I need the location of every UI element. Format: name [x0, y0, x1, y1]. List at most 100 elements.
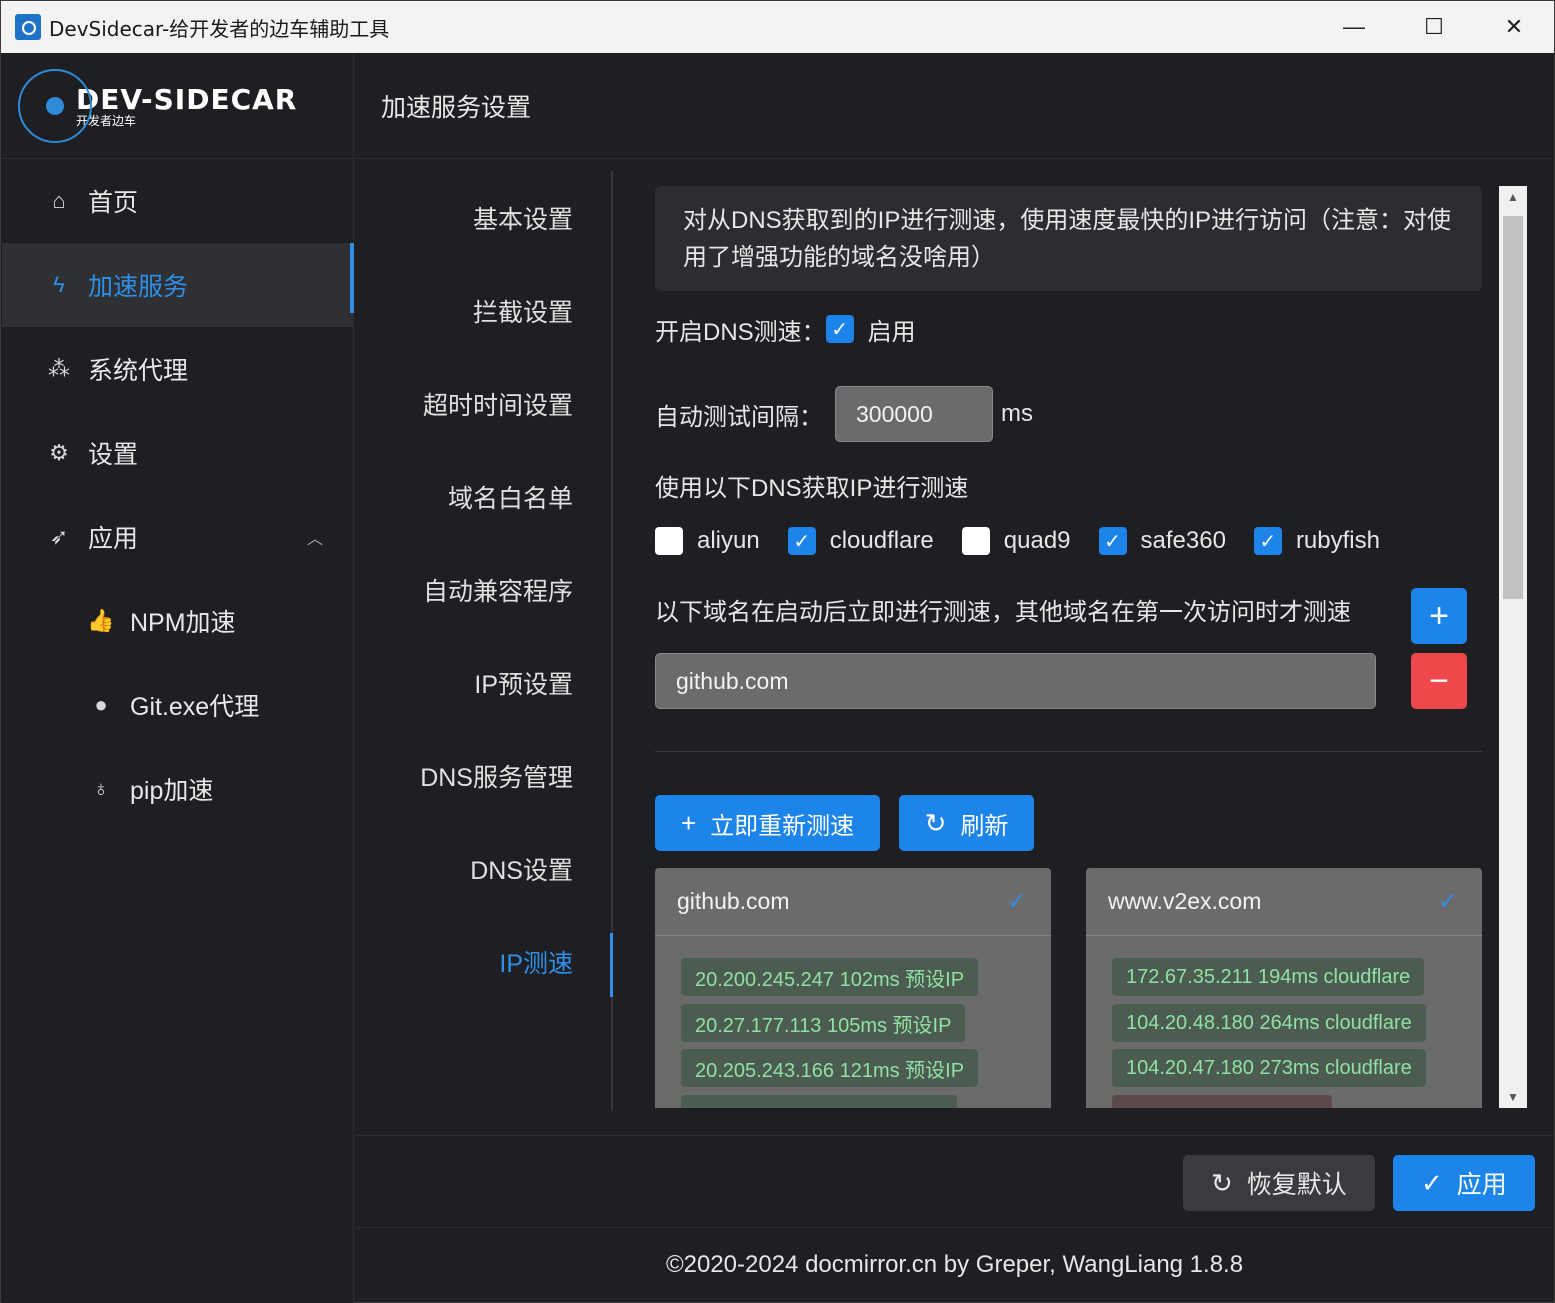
thumbs-up-icon: 👍	[87, 608, 115, 633]
dns-checkbox-cloudflare[interactable]: ✓	[787, 527, 816, 555]
sidebar-item-label: 设置	[88, 441, 139, 469]
logo-main-text: DEV-SIDECAR	[76, 82, 298, 116]
domain-input[interactable]: github.com	[655, 653, 1376, 709]
apply-label: 应用	[1456, 1171, 1507, 1199]
domains-label: 以下域名在启动后立即进行测速，其他域名在第一次访问时才测速	[655, 599, 1351, 626]
ip-tag-partial	[681, 1095, 957, 1108]
remove-domain-button[interactable]: −	[1411, 653, 1467, 709]
sidebar-item-git[interactable]: ● Git.exe代理	[2, 663, 353, 747]
app-icon	[15, 14, 41, 40]
github-icon: ●	[94, 692, 108, 717]
page-title: 加速服务设置	[355, 53, 1554, 159]
dns-checkbox-safe360[interactable]: ✓	[1098, 527, 1127, 555]
logo: DEV-SIDECAR 开发者边车	[2, 53, 353, 159]
check-icon: ✓	[793, 530, 811, 553]
app-window: DevSidecar-给开发者的边车辅助工具 — ☐ ✕ DEV-SIDECAR…	[0, 0, 1555, 1303]
tab-basic[interactable]: 基本设置	[355, 171, 611, 264]
tab-intercept[interactable]: 拦截设置	[355, 264, 611, 357]
enable-row: 开启DNS测速： ✓ 启用	[655, 311, 1483, 347]
dns-label-row: 使用以下DNS获取IP进行测速	[655, 468, 1483, 503]
dns-checkbox-aliyun[interactable]	[655, 527, 683, 555]
reset-default-button[interactable]: ↻ 恢复默认	[1183, 1155, 1375, 1211]
dns-option-label: rubyfish	[1295, 527, 1380, 554]
result-card-v2ex: www.v2ex.com ✓ 172.67.35.211 194ms cloud…	[1086, 868, 1482, 1108]
sidebar-item-system-proxy[interactable]: ⁂ 系统代理	[2, 327, 353, 411]
ip-tag: 20.200.245.247 102ms 预设IP	[681, 958, 979, 996]
tab-dns-service[interactable]: DNS服务管理	[355, 729, 611, 822]
card-header: github.com ✓	[655, 868, 1051, 936]
window-title: DevSidecar-给开发者的边车辅助工具	[49, 16, 390, 41]
result-card-github: github.com ✓ 20.200.245.247 102ms 预设IP 2…	[655, 868, 1051, 1108]
divider	[655, 751, 1482, 752]
maximize-button[interactable]: ☐	[1394, 1, 1474, 53]
enable-label: 开启DNS测速：	[655, 318, 826, 346]
tab-dns-settings[interactable]: DNS设置	[355, 822, 611, 915]
dns-checkbox-rubyfish[interactable]: ✓	[1253, 527, 1282, 555]
sidebar-item-label: 首页	[88, 189, 139, 217]
chevron-up-icon[interactable]: ︿	[307, 525, 323, 549]
minus-icon: −	[1429, 661, 1449, 700]
refresh-button[interactable]: ↻ 刷新	[898, 795, 1035, 851]
sidebar-item-settings[interactable]: ⚙ 设置	[2, 411, 353, 495]
footer-actions: ↻ 恢复默认 ✓ 应用	[355, 1135, 1554, 1228]
interval-label: 自动测试间隔：	[655, 403, 823, 431]
speedtest-panel: 对从DNS获取到的IP进行测速，使用速度最快的IP进行访问（注意：对使用了增强功…	[655, 186, 1483, 1108]
scroll-up-icon[interactable]: ▲	[1499, 186, 1527, 208]
logo-text: DEV-SIDECAR 开发者边车	[76, 83, 297, 129]
card-domain: www.v2ex.com	[1108, 888, 1262, 914]
sidebar: DEV-SIDECAR 开发者边车 ⌂ 首页 ϟ 加速服务 ⁂ 系统代理 ⚙ 设…	[2, 53, 354, 1303]
dns-option-label: quad9	[1003, 527, 1071, 554]
content-scrollbar[interactable]: ▲ ▼	[1499, 186, 1527, 1108]
home-icon: ⌂	[52, 188, 66, 213]
scrollbar-thumb[interactable]	[1503, 216, 1523, 599]
bulb-icon: ♁	[92, 776, 110, 801]
refresh-icon: ↻	[924, 807, 947, 838]
domains-label-row: 以下域名在启动后立即进行测速，其他域名在第一次访问时才测速 +	[655, 588, 1483, 648]
sidebar-item-apps[interactable]: ➶ 应用 ︿	[2, 495, 353, 579]
ip-tag: 20.27.177.113 105ms 预设IP	[681, 1004, 966, 1042]
plus-icon: +	[681, 807, 697, 838]
sidebar-item-home[interactable]: ⌂ 首页	[2, 159, 353, 243]
retest-button[interactable]: + 立即重新测速	[655, 795, 881, 851]
enable-checkbox[interactable]: ✓	[825, 315, 854, 343]
tab-whitelist[interactable]: 域名白名单	[355, 450, 611, 543]
tab-compatible[interactable]: 自动兼容程序	[355, 543, 611, 636]
dns-checkbox-quad9[interactable]	[961, 527, 990, 555]
retest-label: 立即重新测速	[710, 812, 855, 840]
check-icon: ✓	[1104, 530, 1121, 553]
sidebar-item-pip[interactable]: ♁ pip加速	[2, 747, 353, 831]
dns-option-label: safe360	[1140, 527, 1226, 554]
check-icon: ✓	[1437, 888, 1458, 915]
sidebar-item-npm[interactable]: 👍 NPM加速	[2, 579, 353, 663]
sidebar-item-label: Git.exe代理	[130, 693, 260, 721]
sidebar-item-label: 加速服务	[88, 273, 189, 301]
interval-unit: ms	[1001, 400, 1033, 427]
ip-tag-partial	[1112, 1095, 1332, 1108]
close-button[interactable]: ✕	[1474, 1, 1554, 53]
tab-ip-preset[interactable]: IP预设置	[355, 636, 611, 729]
network-icon: ⁂	[48, 356, 70, 381]
enable-text: 启用	[867, 318, 916, 346]
notice-box: 对从DNS获取到的IP进行测速，使用速度最快的IP进行访问（注意：对使用了增强功…	[655, 186, 1482, 291]
scroll-down-icon[interactable]: ▼	[1499, 1086, 1527, 1108]
check-icon: ✓	[1259, 530, 1277, 553]
tab-timeout[interactable]: 超时时间设置	[355, 357, 611, 450]
interval-row: 自动测试间隔： 300000 ms	[655, 386, 1483, 442]
sidebar-item-label: 应用	[88, 525, 139, 553]
ip-tag: 104.20.48.180 264ms cloudflare	[1112, 1004, 1426, 1042]
sidebar-item-acceleration[interactable]: ϟ 加速服务	[2, 243, 354, 327]
add-domain-button[interactable]: +	[1411, 588, 1467, 644]
interval-input[interactable]: 300000	[835, 386, 993, 442]
window-controls: — ☐ ✕	[1314, 1, 1554, 53]
ip-tag: 172.67.35.211 194ms cloudflare	[1112, 958, 1425, 996]
minimize-button[interactable]: —	[1314, 1, 1394, 53]
gear-icon: ⚙	[49, 440, 69, 465]
ip-tag: 104.20.47.180 273ms cloudflare	[1112, 1049, 1426, 1087]
settings-tabs: 基本设置 拦截设置 超时时间设置 域名白名单 自动兼容程序 IP预设置 DNS服…	[355, 171, 613, 1111]
domain-row: github.com −	[655, 653, 1483, 713]
apply-button[interactable]: ✓ 应用	[1393, 1155, 1535, 1211]
speedtest-actions: + 立即重新测速 ↻ 刷新	[655, 795, 1035, 851]
lightning-icon: ϟ	[53, 272, 65, 297]
tab-ip-speedtest[interactable]: IP测速	[355, 915, 613, 1008]
copyright: ©2020-2024 docmirror.cn by Greper, WangL…	[665, 1251, 1244, 1278]
